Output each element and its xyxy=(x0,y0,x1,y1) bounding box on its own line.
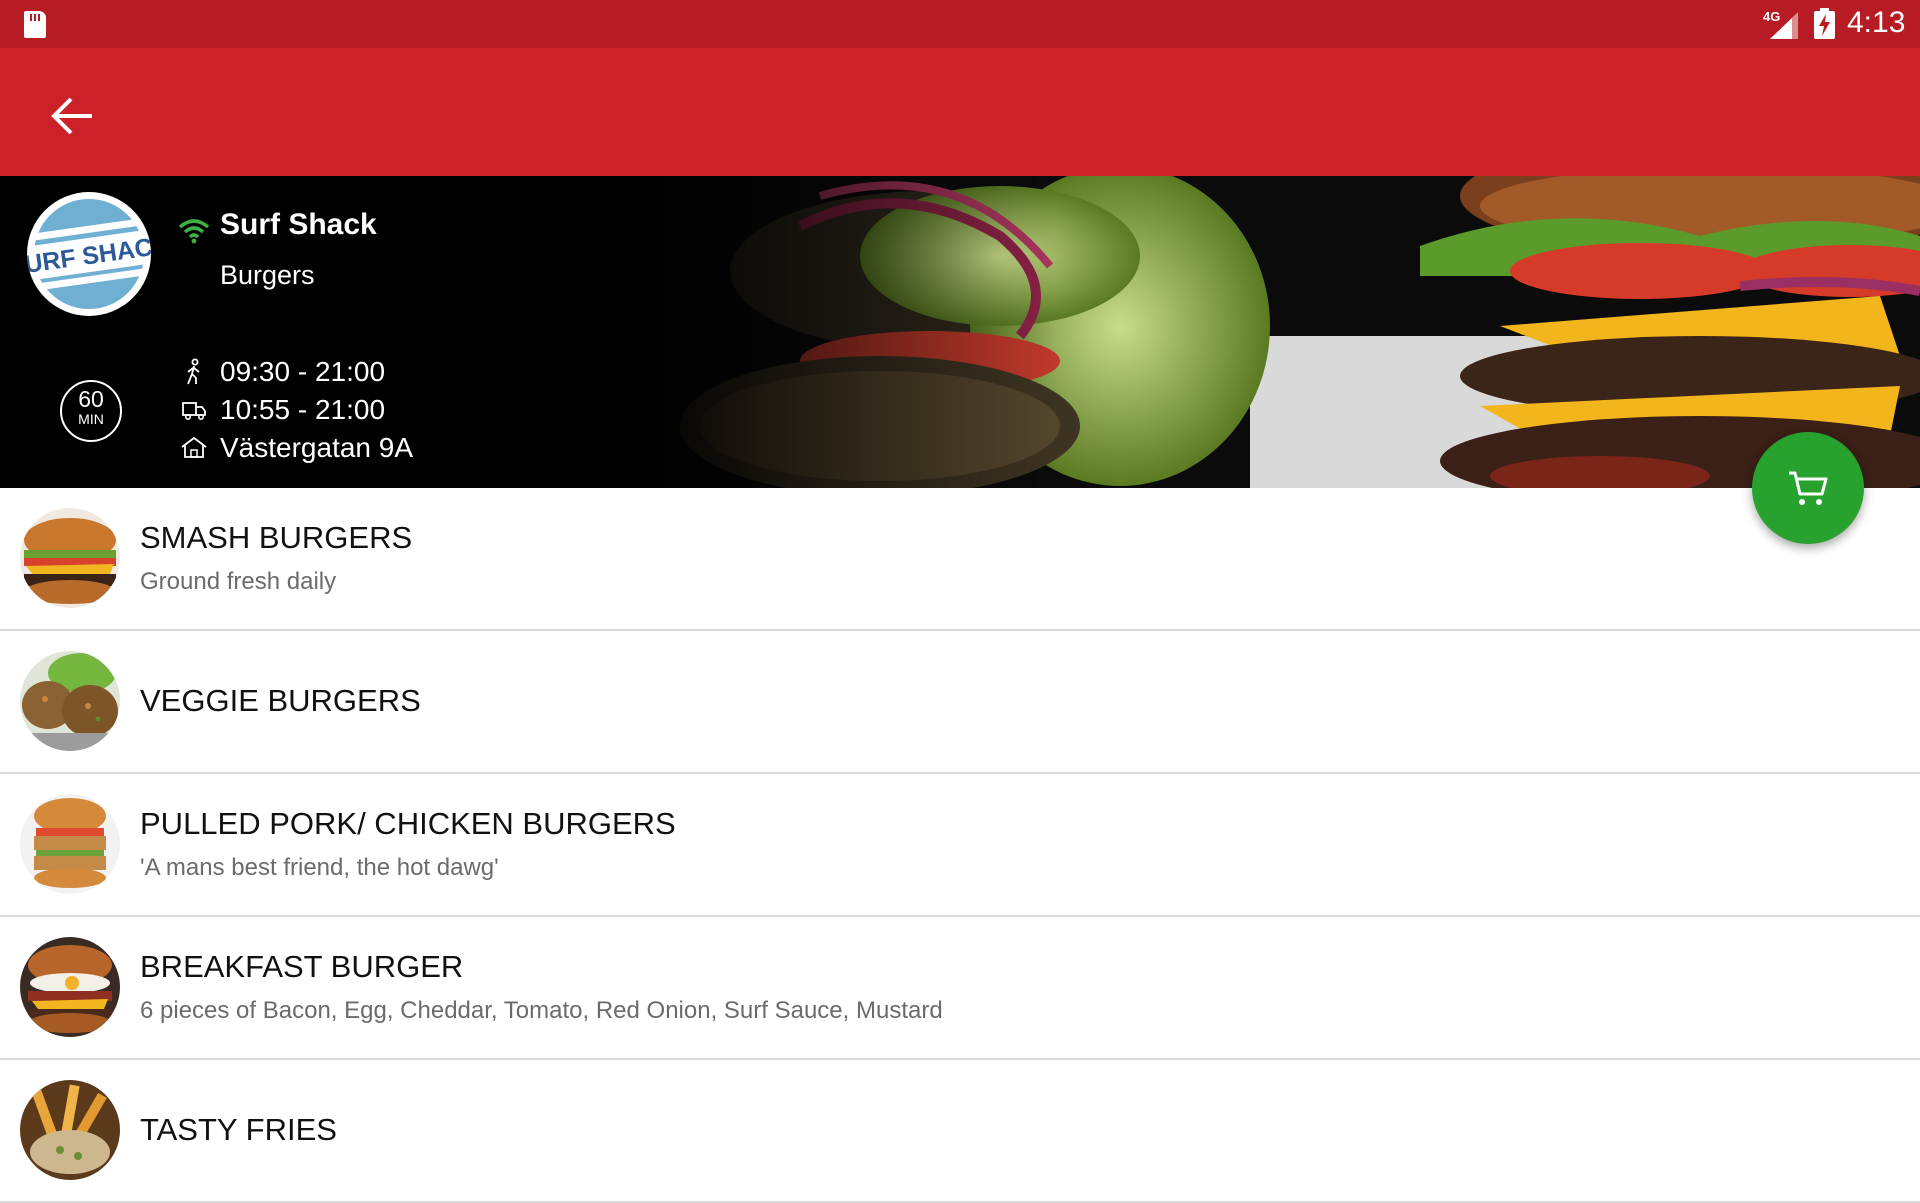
address-row: Västergatan 9A xyxy=(180,430,413,466)
pickup-hours: 09:30 - 21:00 xyxy=(220,356,386,387)
restaurant-name: Surf Shack xyxy=(220,208,377,241)
category-thumbnail xyxy=(20,1080,120,1180)
menu-category-item[interactable]: PULLED PORK/ CHICKEN BURGERS 'A mans bes… xyxy=(0,774,1920,917)
category-thumbnail xyxy=(20,651,120,751)
category-title: TASTY FRIES xyxy=(140,1112,337,1147)
category-title: BREAKFAST BURGER xyxy=(140,949,464,984)
delivery-truck-icon xyxy=(182,402,206,420)
cart-button[interactable] xyxy=(1752,432,1864,544)
back-button[interactable] xyxy=(40,84,104,148)
category-description: Ground fresh daily xyxy=(140,568,337,595)
eta-unit: MIN xyxy=(78,411,104,427)
restaurant-category: Burgers xyxy=(220,260,315,290)
restaurant-header: SURF SHACK Surf Shack Burgers 60 MIN 09:… xyxy=(0,176,1920,488)
category-thumbnail xyxy=(20,937,120,1037)
wifi-icon xyxy=(178,219,210,244)
category-thumbnail xyxy=(20,508,120,608)
category-description: 6 pieces of Bacon, Egg, Cheddar, Tomato,… xyxy=(140,997,943,1024)
delivery-hours: 10:55 - 21:00 xyxy=(220,394,386,425)
category-thumbnail xyxy=(20,794,120,894)
restaurant-address: Västergatan 9A xyxy=(220,432,414,463)
walking-icon xyxy=(187,358,200,385)
category-title: PULLED PORK/ CHICKEN BURGERS xyxy=(140,806,676,841)
status-clock: 4:13 xyxy=(1847,6,1906,39)
store-icon xyxy=(181,436,207,458)
sd-card-icon xyxy=(24,11,46,38)
restaurant-logo: SURF SHACK xyxy=(27,192,151,316)
menu-category-item[interactable]: SMASH BURGERS Ground fresh daily xyxy=(0,488,1920,631)
cart-icon xyxy=(1789,471,1828,505)
arrow-back-icon xyxy=(51,97,92,135)
category-title: VEGGIE BURGERS xyxy=(140,683,421,718)
category-title: SMASH BURGERS xyxy=(140,520,413,555)
battery-charging-icon xyxy=(1814,8,1835,39)
menu-category-item[interactable]: VEGGIE BURGERS xyxy=(0,631,1920,774)
menu-category-item[interactable]: TASTY FRIES xyxy=(0,1060,1920,1203)
app-toolbar xyxy=(0,48,1920,176)
category-description: 'A mans best friend, the hot dawg' xyxy=(140,854,499,881)
menu-category-item[interactable]: BREAKFAST BURGER 6 pieces of Bacon, Egg,… xyxy=(0,917,1920,1060)
menu-category-list: SMASH BURGERS Ground fresh daily VEGGIE … xyxy=(0,488,1920,1203)
eta-badge: 60 MIN xyxy=(60,380,122,442)
status-bar: 4G 4:13 xyxy=(0,0,1920,48)
delivery-hours-row: 10:55 - 21:00 xyxy=(180,392,385,428)
pickup-hours-row: 09:30 - 21:00 xyxy=(180,354,385,390)
eta-value: 60 xyxy=(78,386,104,412)
signal-icon xyxy=(1770,12,1798,39)
